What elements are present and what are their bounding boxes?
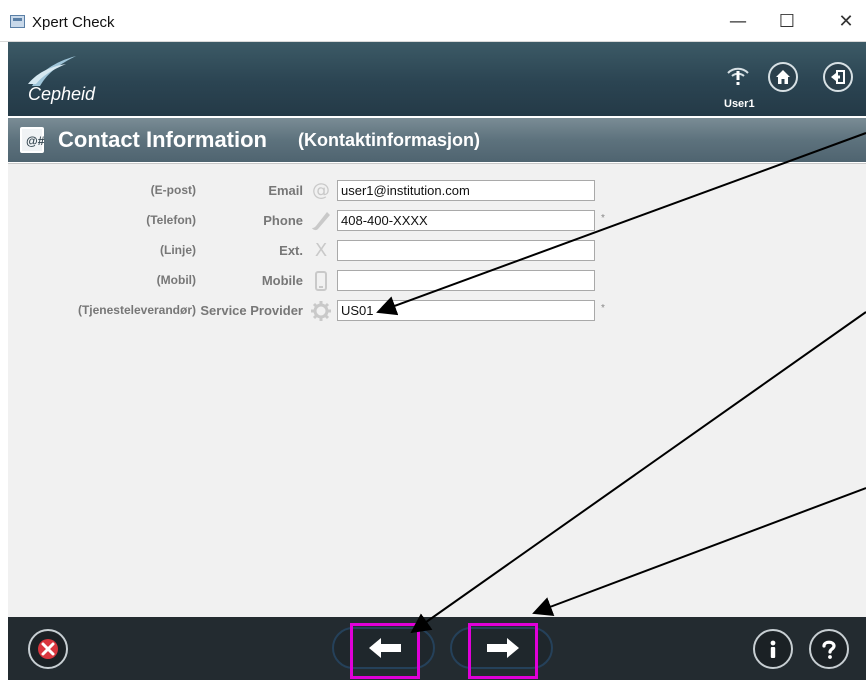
cancel-icon <box>38 639 58 659</box>
service-provider-local-label: (Tjenesteleverandør) <box>77 303 196 317</box>
minimize-button[interactable]: — <box>718 8 758 36</box>
at-icon: @ <box>312 180 330 201</box>
service-provider-label: Service Provider <box>200 303 303 318</box>
email-local-label: (E-post) <box>150 183 196 197</box>
close-window-button[interactable]: ✕ <box>826 8 866 36</box>
app-header: Cepheid User1 <box>8 42 866 116</box>
contact-form: (E-post) Email @ (Telefon) Phone * (Linj… <box>8 163 866 617</box>
phone-required-mark: * <box>601 213 605 224</box>
gear-icon <box>310 300 332 322</box>
logout-button[interactable] <box>823 62 853 92</box>
extension-icon: X <box>314 240 328 261</box>
service-provider-row: (Tjenesteleverandør) Service Provider * <box>8 299 866 323</box>
next-button-highlight <box>468 623 538 679</box>
info-button[interactable] <box>753 629 793 669</box>
bottom-bar <box>8 617 866 680</box>
phone-icon <box>310 210 332 232</box>
maximize-button[interactable]: ☐ <box>767 8 807 36</box>
help-icon <box>822 640 836 659</box>
extension-local-label: (Linje) <box>160 243 196 257</box>
page-title-bar: @# Contact Information (Kontaktinformasj… <box>8 118 866 162</box>
info-icon <box>770 640 776 658</box>
extension-label: Ext. <box>279 243 303 258</box>
home-button[interactable] <box>768 62 798 92</box>
user-label: User1 <box>724 98 755 110</box>
extension-input[interactable] <box>337 240 595 261</box>
mobile-label: Mobile <box>261 273 303 288</box>
mobile-row: (Mobil) Mobile <box>8 269 866 293</box>
phone-input[interactable] <box>337 210 595 231</box>
back-button-highlight <box>350 623 420 679</box>
logo-text: Cepheid <box>28 84 96 104</box>
page-title-local: (Kontaktinformasjon) <box>298 130 480 150</box>
email-row: (E-post) Email @ <box>8 179 866 203</box>
cancel-button[interactable] <box>28 629 68 669</box>
logout-icon <box>831 70 845 84</box>
email-input[interactable] <box>337 180 595 201</box>
window-title: Xpert Check <box>32 14 115 31</box>
help-button[interactable] <box>809 629 849 669</box>
mobile-local-label: (Mobil) <box>156 273 196 287</box>
extension-row: (Linje) Ext. X <box>8 239 866 263</box>
warning-icon[interactable] <box>724 64 752 88</box>
service-provider-input[interactable] <box>337 300 595 321</box>
home-icon <box>776 70 790 84</box>
app-icon <box>10 15 25 28</box>
phone-label: Phone <box>263 213 303 228</box>
page-title: Contact Information <box>58 127 267 152</box>
phone-row: (Telefon) Phone * <box>8 209 866 233</box>
phone-local-label: (Telefon) <box>146 213 196 227</box>
service-provider-required-mark: * <box>601 303 605 314</box>
contact-card-icon: @# <box>20 127 44 153</box>
cepheid-logo-icon <box>28 56 76 86</box>
mobile-icon <box>310 270 332 292</box>
window-title-bar: Xpert Check — ☐ ✕ <box>0 0 866 42</box>
mobile-input[interactable] <box>337 270 595 291</box>
email-label: Email <box>268 183 303 198</box>
